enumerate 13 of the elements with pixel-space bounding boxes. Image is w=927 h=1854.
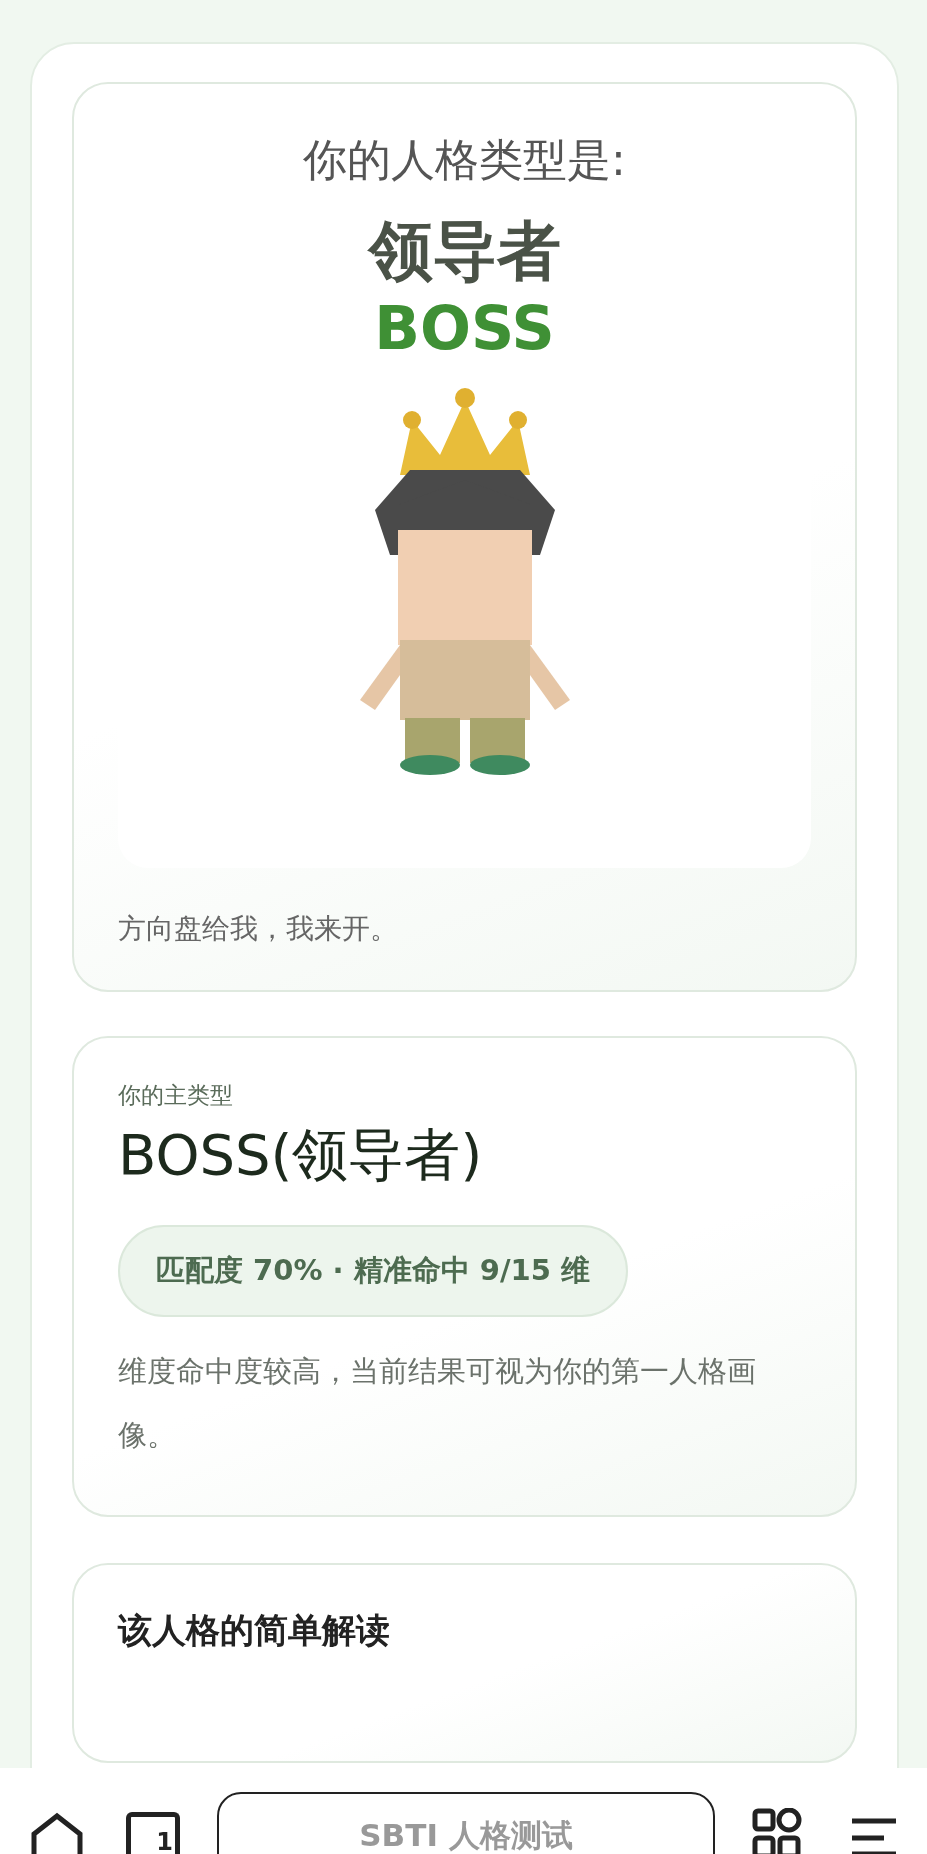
match-description: 维度命中度较高，当前结果可视为你的第一人格画像。 [118,1352,757,1454]
type-code: BOSS [374,291,555,364]
main-type-label: 你的主类型 [118,1081,234,1110]
tabs-icon[interactable]: 1 [126,1812,180,1854]
type-quote: 方向盘给我，我来开。 [118,911,399,947]
image-heading: 你的人格类型是: [303,134,626,187]
interpretation-title: 该人格的简单解读 [118,1608,391,1652]
main-type-title: BOSS(领导者) [118,1120,484,1189]
match-badge: 匹配度 70% · 精准命中 9/15 维 [118,1225,629,1317]
home-icon[interactable] [30,1812,84,1854]
grid-icon[interactable] [752,1808,802,1854]
menu-icon[interactable] [850,1818,898,1854]
type-name: 领导者 [368,212,561,290]
